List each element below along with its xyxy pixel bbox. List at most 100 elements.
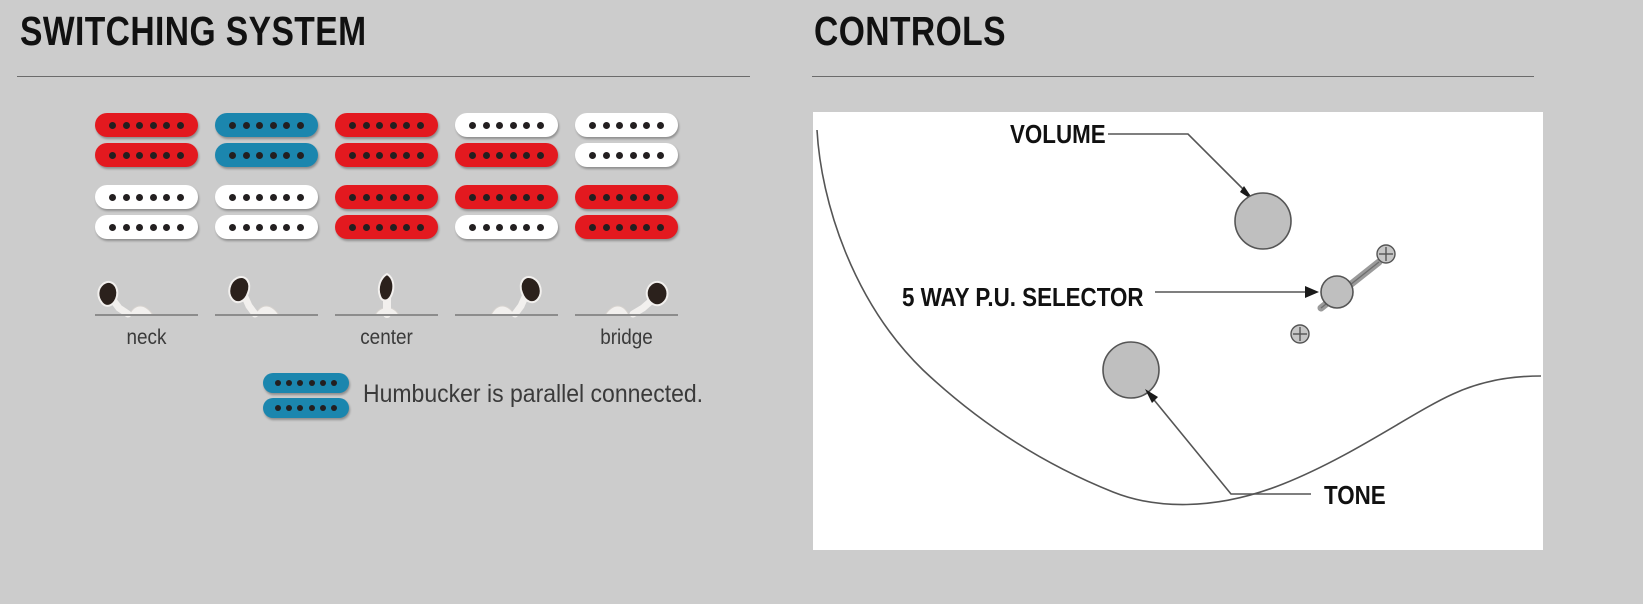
- pole-piece: [389, 223, 397, 231]
- pole-piece: [376, 121, 384, 129]
- neck-pickup-position-1: [95, 113, 198, 168]
- bridge-pickup-position-3: [335, 185, 438, 240]
- pole-piece: [286, 380, 293, 386]
- pole-piece: [616, 223, 624, 231]
- volume-leader-line: [1108, 133, 1251, 197]
- pole-piece: [469, 193, 477, 201]
- pole-piece: [269, 223, 277, 231]
- pole-piece: [589, 151, 597, 159]
- pole-piece: [656, 223, 664, 231]
- pole-piece: [509, 121, 517, 129]
- legend-caption: Humbucker is parallel connected.: [363, 380, 704, 408]
- pole-piece: [176, 151, 184, 159]
- pole-piece: [416, 193, 424, 201]
- pole-piece: [109, 223, 117, 231]
- coil-top: [575, 113, 678, 137]
- switch-lever-position-2: [215, 272, 318, 322]
- pole-piece: [416, 151, 424, 159]
- pole-piece: [376, 223, 384, 231]
- selector-screw-lower: [1290, 324, 1310, 344]
- pole-piece: [283, 151, 291, 159]
- pole-piece: [509, 151, 517, 159]
- pole-piece: [242, 223, 250, 231]
- pole-piece: [242, 121, 250, 129]
- coil-bottom: [335, 143, 438, 167]
- pole-piece: [122, 151, 130, 159]
- pole-piece: [149, 151, 157, 159]
- pole-piece: [376, 151, 384, 159]
- pole-piece: [403, 223, 411, 231]
- pole-piece: [122, 193, 130, 201]
- volume-knob[interactable]: [1234, 192, 1292, 250]
- pole-piece: [163, 151, 171, 159]
- pole-piece: [297, 405, 304, 411]
- pole-piece: [616, 193, 624, 201]
- pole-piece: [389, 121, 397, 129]
- lever-baseline: [455, 314, 558, 316]
- pole-piece: [362, 223, 370, 231]
- pole-piece: [109, 121, 117, 129]
- pole-piece: [286, 405, 293, 411]
- pickup-column-2: [215, 113, 318, 243]
- pickup-selector-switch[interactable]: [1320, 275, 1354, 309]
- pole-piece: [269, 151, 277, 159]
- pole-piece: [416, 121, 424, 129]
- pole-piece: [469, 223, 477, 231]
- pole-piece: [482, 193, 490, 201]
- switch-lever-position-3: [335, 272, 438, 322]
- pole-piece: [283, 121, 291, 129]
- pole-piece: [389, 151, 397, 159]
- volume-label: VOLUME: [1010, 119, 1106, 149]
- pole-piece: [136, 223, 144, 231]
- pole-piece: [176, 193, 184, 201]
- coil-bottom: [335, 215, 438, 239]
- position-label-neck: neck: [126, 326, 167, 349]
- switch-lever-position-5: [575, 272, 678, 322]
- pole-piece: [403, 151, 411, 159]
- pole-piece: [496, 121, 504, 129]
- lever-baseline: [575, 314, 678, 316]
- bridge-pickup-position-5: [575, 185, 678, 240]
- neck-pickup-position-4: [455, 113, 558, 168]
- pole-piece: [616, 121, 624, 129]
- pole-piece: [349, 223, 357, 231]
- selector-label: 5 WAY P.U. SELECTOR: [902, 282, 1144, 312]
- pole-piece: [602, 223, 610, 231]
- pole-piece: [469, 151, 477, 159]
- pole-piece: [643, 121, 651, 129]
- pole-piece: [136, 121, 144, 129]
- pole-piece: [629, 223, 637, 231]
- pole-piece: [362, 151, 370, 159]
- pole-piece: [496, 151, 504, 159]
- pole-piece: [416, 223, 424, 231]
- pole-piece: [256, 193, 264, 201]
- controls-panel: CONTROLS VOLUME 5 WAY P.U. SELECTOR TONE: [800, 0, 1643, 604]
- pole-piece: [319, 405, 326, 411]
- pole-piece: [122, 121, 130, 129]
- pole-piece: [469, 121, 477, 129]
- pole-piece: [275, 405, 282, 411]
- pole-piece: [330, 380, 337, 386]
- tone-knob[interactable]: [1102, 341, 1160, 399]
- switching-system-panel: SWITCHING SYSTEM neck center bridge Humb…: [0, 0, 800, 604]
- tone-label: TONE: [1324, 480, 1386, 510]
- pole-piece: [269, 121, 277, 129]
- lever-baseline: [335, 314, 438, 316]
- pole-piece: [523, 193, 531, 201]
- pole-piece: [176, 121, 184, 129]
- coil-top: [335, 113, 438, 137]
- pole-piece: [629, 151, 637, 159]
- pole-piece: [269, 193, 277, 201]
- coil-bottom: [455, 215, 558, 239]
- pole-piece: [403, 121, 411, 129]
- pole-piece: [602, 151, 610, 159]
- pole-piece: [136, 151, 144, 159]
- pole-piece: [256, 121, 264, 129]
- pole-piece: [602, 193, 610, 201]
- pole-piece: [496, 223, 504, 231]
- switch-lever-row: [95, 272, 695, 322]
- bridge-pickup-position-1: [95, 185, 198, 240]
- pole-piece: [589, 223, 597, 231]
- switch-position-labels: neck center bridge: [95, 326, 695, 356]
- coil-bottom: [575, 143, 678, 167]
